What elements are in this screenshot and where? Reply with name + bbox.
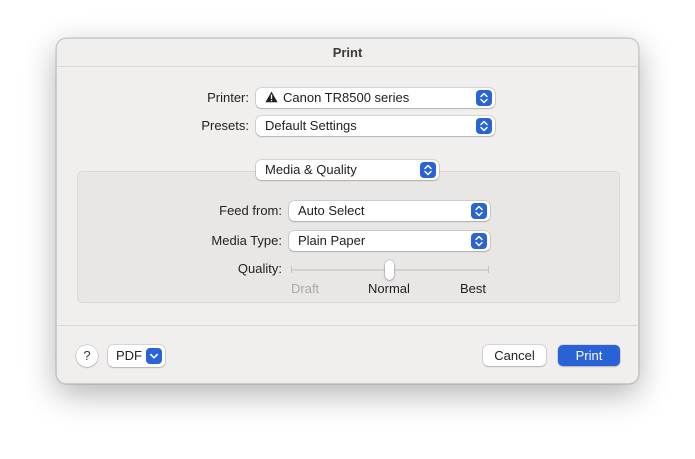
up-down-chevron-icon [476,90,492,106]
footer-divider [57,325,638,326]
feed-from-popup[interactable]: Auto Select [289,201,490,221]
chevron-down-icon [146,348,162,364]
media-type-popup[interactable]: Plain Paper [289,231,490,251]
up-down-chevron-icon [476,118,492,134]
feed-from-value: Auto Select [298,203,365,218]
print-button[interactable]: Print [558,345,620,366]
quality-tick-draft [291,266,292,273]
media-type-label: Media Type: [211,233,282,248]
quality-tick-best [488,266,489,273]
media-type-value: Plain Paper [298,233,366,248]
warning-icon [265,89,278,109]
pane-selector-popup[interactable]: Media & Quality [256,160,439,180]
presets-label: Presets: [201,118,249,133]
pdf-menu-button[interactable]: PDF [108,345,165,367]
up-down-chevron-icon [420,162,436,178]
up-down-chevron-icon [471,233,487,249]
pane-selector-value: Media & Quality [265,162,357,177]
quality-option-best: Best [460,281,487,296]
pdf-label: PDF [116,348,142,363]
presets-value: Default Settings [265,118,357,133]
cancel-button[interactable]: Cancel [483,345,546,366]
feed-from-label: Feed from: [219,203,282,218]
quality-label: Quality: [237,261,282,276]
dialog-title: Print [57,39,638,67]
quality-slider-thumb[interactable] [385,260,394,280]
printer-value: Canon TR8500 series [283,90,410,105]
presets-popup[interactable]: Default Settings [256,116,495,136]
up-down-chevron-icon [471,203,487,219]
quality-option-normal: Normal [368,281,410,296]
print-dialog: Print Printer: Canon TR8500 series Prese… [56,38,639,384]
quality-option-draft: Draft [291,281,320,296]
printer-label: Printer: [207,90,249,105]
help-button[interactable]: ? [76,345,98,367]
printer-popup[interactable]: Canon TR8500 series [256,88,495,108]
